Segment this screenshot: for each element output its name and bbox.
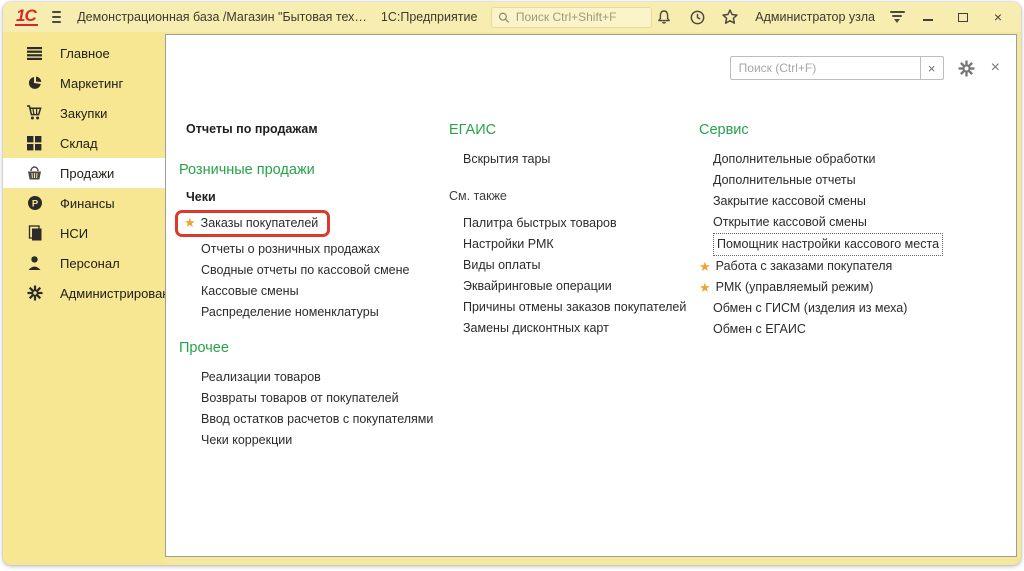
sidebar-item-nsi[interactable]: НСИ <box>3 218 165 248</box>
menu-item[interactable]: Закрытие кассовой смены <box>713 191 999 212</box>
menu-item[interactable]: Реализации товаров <box>201 367 449 388</box>
sidebar-item-label: Персонал <box>60 256 120 271</box>
app-name: 1С:Предприятие <box>381 10 478 24</box>
person-icon <box>26 255 43 272</box>
menu-item[interactable]: Обмен с ГИСМ (изделия из меха) <box>713 298 999 319</box>
menu-item-customer-orders[interactable]: Заказы покупателей <box>201 214 319 232</box>
menu-item[interactable]: Отчеты о розничных продажах <box>201 239 449 260</box>
menu-column-retail: Отчеты по продажам Розничные продажи Чек… <box>179 119 449 451</box>
sidebar-item-sklad[interactable]: Склад <box>3 128 165 158</box>
menu-search-input[interactable] <box>730 56 920 80</box>
menu-item[interactable]: Настройки РМК <box>463 234 689 255</box>
menu-section-other[interactable]: Прочее <box>179 337 449 359</box>
menu-item[interactable]: Кассовые смены <box>201 281 449 302</box>
menu-item[interactable]: Обмен с ЕГАИС <box>713 319 999 340</box>
focused-menu-row: Помощник настройки кассового места <box>713 233 999 256</box>
gear-icon <box>26 285 43 302</box>
menu-column-egais: ЕГАИС Вскрытия тары См. также Палитра бы… <box>449 119 689 339</box>
global-search-input[interactable] <box>516 10 645 24</box>
close-window-button[interactable]: × <box>985 6 1011 28</box>
menu-section-egais[interactable]: ЕГАИС <box>449 119 689 141</box>
sidebar-item-label: Маркетинг <box>60 76 123 91</box>
favorites-star-icon[interactable] <box>718 6 742 28</box>
menu-column-service: Сервис Дополнительные обработки Дополнит… <box>699 119 999 340</box>
customer-orders-highlight[interactable]: Заказы покупателей <box>175 210 330 237</box>
menu-item[interactable]: Замены дисконтных карт <box>463 318 689 339</box>
menu-item[interactable]: Дополнительные отчеты <box>713 170 999 191</box>
section-menu-panel: × × Отчеты по продажам Розничн <box>165 34 1017 557</box>
service-settings-icon[interactable] <box>888 11 906 23</box>
sidebar-item-personal[interactable]: Персонал <box>3 248 165 278</box>
menu-item[interactable]: Распределение номенклатуры <box>201 302 449 323</box>
menu-section-retail-sales[interactable]: Розничные продажи <box>179 159 449 181</box>
menu-group-sales-reports[interactable]: Отчеты по продажам <box>186 119 449 140</box>
settings-gear-icon[interactable] <box>958 60 975 77</box>
sidebar-item-label: Главное <box>60 46 110 61</box>
books-icon <box>26 225 43 242</box>
sidebar-item-prodazhi[interactable]: Продажи <box>3 158 165 188</box>
favorite-star-icon <box>184 215 196 231</box>
sidebar-item-label: Финансы <box>60 196 115 211</box>
global-search-box[interactable] <box>491 7 652 28</box>
close-menu-icon[interactable]: × <box>991 60 1000 76</box>
menu-item[interactable]: РМК (управляемый режим) <box>716 277 874 298</box>
maximize-button[interactable] <box>950 6 976 28</box>
menu-item[interactable]: Возвраты товаров от покупателей <box>201 388 449 409</box>
sidebar-item-administrirovanie[interactable]: Администрирование <box>3 278 165 308</box>
highlighted-menu-row: Заказы покупателей <box>175 210 330 237</box>
minimize-button[interactable] <box>915 6 941 28</box>
cart-icon <box>26 105 43 122</box>
pie-chart-icon <box>26 75 43 92</box>
menu-item[interactable]: Палитра быстрых товаров <box>463 213 689 234</box>
menu-item[interactable]: Дополнительные обработки <box>713 149 999 170</box>
favorite-star-icon <box>699 256 711 277</box>
grid-icon <box>26 135 43 152</box>
main-menu-icon <box>26 45 43 62</box>
menu-group-checks[interactable]: Чеки <box>186 187 449 208</box>
sidebar-item-label: НСИ <box>60 226 88 241</box>
sidebar-item-label: Продажи <box>60 166 114 181</box>
svg-text:Р: Р <box>31 198 38 209</box>
current-user[interactable]: Администратор узла <box>755 10 875 24</box>
menu-section-service[interactable]: Сервис <box>699 119 999 141</box>
basket-icon <box>26 165 43 182</box>
menu-item[interactable]: Ввод остатков расчетов с покупателями <box>201 409 449 430</box>
hamburger-menu-icon[interactable] <box>52 11 61 23</box>
menu-item[interactable]: Работа с заказами покупателя <box>716 256 893 277</box>
ruble-icon: Р <box>26 195 43 212</box>
menu-item[interactable]: Чеки коррекции <box>201 430 449 451</box>
clear-search-button[interactable]: × <box>920 56 944 80</box>
starred-menu-item[interactable]: Работа с заказами покупателя <box>699 256 999 277</box>
menu-item-pos-setup-assistant[interactable]: Помощник настройки кассового места <box>713 233 943 256</box>
sidebar-item-label: Закупки <box>60 106 107 121</box>
menu-search-row: × × <box>730 56 1000 80</box>
sidebar-item-label: Склад <box>60 136 98 151</box>
menu-item[interactable]: Открытие кассовой смены <box>713 212 999 233</box>
sidebar-item-glavnoe[interactable]: Главное <box>3 38 165 68</box>
menu-item[interactable]: Сводные отчеты по кассовой смене <box>201 260 449 281</box>
title-bar: 1С Демонстрационная база /Магазин "Бытов… <box>3 2 1021 32</box>
history-icon[interactable] <box>685 6 709 28</box>
sidebar-item-finansy[interactable]: Р Финансы <box>3 188 165 218</box>
app-window: 1С Демонстрационная база /Магазин "Бытов… <box>3 2 1021 565</box>
sidebar-item-zakupki[interactable]: Закупки <box>3 98 165 128</box>
sidebar-item-marketing[interactable]: Маркетинг <box>3 68 165 98</box>
section-sidebar: Главное Маркетинг Закупки <box>3 32 165 565</box>
menu-item[interactable]: Виды оплаты <box>463 255 689 276</box>
menu-item[interactable]: Причины отмены заказов покупателей <box>463 297 689 318</box>
database-title: Демонстрационная база /Магазин "Бытовая … <box>77 10 367 24</box>
favorite-star-icon <box>699 277 711 298</box>
search-icon <box>498 11 509 24</box>
1c-logo-icon: 1С <box>15 8 38 26</box>
starred-menu-item[interactable]: РМК (управляемый режим) <box>699 277 999 298</box>
menu-item[interactable]: Эквайринговые операции <box>463 276 689 297</box>
menu-item[interactable]: Вскрытия тары <box>463 149 689 170</box>
see-also-label: См. также <box>449 186 689 207</box>
notifications-bell-icon[interactable] <box>652 6 676 28</box>
